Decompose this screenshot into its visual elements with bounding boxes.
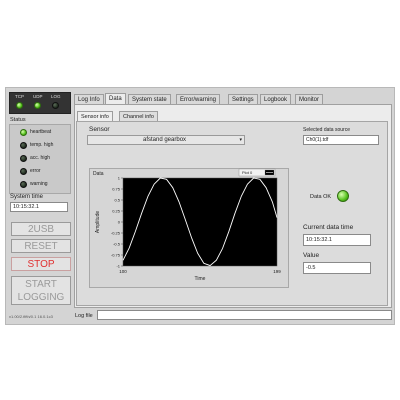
error-led-icon [20, 168, 27, 175]
status-title: Status [10, 117, 26, 123]
y-tick-label: 1 [118, 176, 121, 181]
status-item-label: heartbeat [30, 129, 52, 135]
x-tick-label: 199 [273, 269, 281, 274]
subtab-channel-info[interactable]: Channel info [119, 111, 158, 121]
log-file-label: Log file [75, 313, 93, 319]
y-tick-label: 0.5 [114, 198, 120, 203]
stop-button[interactable]: STOP [11, 257, 71, 271]
tab-settings[interactable]: Settings [228, 94, 258, 104]
udp-label: UDP [33, 94, 43, 99]
udp-led-icon [34, 102, 41, 109]
current-data-time-label: Current data time [303, 224, 354, 231]
tab-log-info[interactable]: Log Info [74, 94, 104, 104]
data-source-label: Selected data source [303, 127, 350, 133]
tab-error-warning[interactable]: Error/warning [176, 94, 221, 104]
y-tick-label: 0.25 [112, 209, 121, 214]
tab-logbook[interactable]: Logbook [260, 94, 292, 104]
y-tick-label: 0.75 [112, 187, 121, 192]
tcp-led-icon [16, 102, 23, 109]
connection-indicators: TCP UDP LOG [9, 92, 71, 114]
value-field: -0.5 [303, 262, 371, 274]
x-tick-label: 100 [119, 269, 127, 274]
sensor-select-value: afstand gearbox [143, 137, 187, 143]
data-source-field: Ch0(1).tdf [303, 135, 379, 145]
heartbeat-led-icon [20, 129, 27, 136]
plot-area [122, 177, 278, 267]
current-data-time-field: 10:15:32.1 [303, 234, 371, 246]
system-time-field: 10:15:32.1 [10, 202, 68, 212]
chart-title: Data [93, 171, 104, 177]
data-chart: Data 1 0.75 0.5 0.25 0 -0.25 -0.5 -0.75 -1100 199 T… [93, 168, 281, 282]
y-tick-label: -0.25 [111, 231, 121, 236]
tab-data[interactable]: Data [105, 93, 126, 104]
data-ok-led-icon [337, 190, 349, 202]
start-logging-label-line1: START [25, 279, 57, 290]
status-item: error [10, 167, 68, 177]
status-item: temp. high [10, 141, 68, 151]
log-led-icon [52, 102, 59, 109]
acc-high-led-icon [20, 155, 27, 162]
legend-label: Plot 0 [242, 170, 253, 175]
dropdown-arrow-icon: ▾ [239, 137, 242, 143]
status-item-label: warning [30, 181, 48, 187]
data-ok-label: Data OK [310, 194, 332, 200]
y-tick-label: 0 [118, 220, 121, 225]
application-window: TCP UDP LOG Status heartbeat temp. high … [5, 87, 395, 325]
warning-led-icon [20, 181, 27, 188]
left-panel: TCP UDP LOG Status heartbeat temp. high … [8, 90, 72, 322]
y-tick-label: -0.75 [111, 253, 121, 258]
y-tick-label: -0.5 [113, 242, 121, 247]
status-item: heartbeat [10, 128, 68, 138]
temp-high-led-icon [20, 142, 27, 149]
status-panel: heartbeat temp. high acc. high error war… [9, 124, 71, 194]
sensor-select[interactable]: afstand gearbox ▾ [87, 135, 245, 145]
log-file-field [97, 310, 392, 320]
tab-monitor[interactable]: Monitor [295, 94, 324, 104]
sensor-info-panel: Sensor afstand gearbox ▾ Selected data s… [76, 121, 388, 306]
tab-system-state[interactable]: System state [128, 94, 171, 104]
y-axis-label: Amplitude [95, 211, 101, 233]
status-item-label: acc. high [30, 155, 51, 161]
status-item-label: temp. high [30, 142, 54, 148]
version-text: v1.00/2.fifth/0.1 16.0.1c3 [9, 314, 53, 319]
value-label: Value [303, 252, 320, 259]
log-label: LOG [51, 94, 61, 99]
tcp-label: TCP [15, 94, 24, 99]
status-item-label: error [30, 168, 41, 174]
status-item: warning [10, 180, 68, 190]
x-axis-label: Time [195, 276, 206, 282]
status-item: acc. high [10, 154, 68, 164]
system-time-label: System time [10, 194, 44, 200]
sensor-label: Sensor [89, 126, 110, 133]
reset-button[interactable]: RESET [11, 239, 71, 253]
y-tick-label: -1 [116, 264, 120, 269]
start-logging-label-line2: LOGGING [17, 292, 65, 303]
start-logging-button[interactable]: START LOGGING [11, 276, 71, 305]
chart-panel: Data 1 0.75 0.5 0.25 0 -0.25 -0.5 -0.75 -1 100 199 T… [89, 168, 289, 288]
subtab-sensor-info[interactable]: Sensor info [77, 111, 113, 121]
usb-button[interactable]: 2USB [11, 222, 71, 236]
